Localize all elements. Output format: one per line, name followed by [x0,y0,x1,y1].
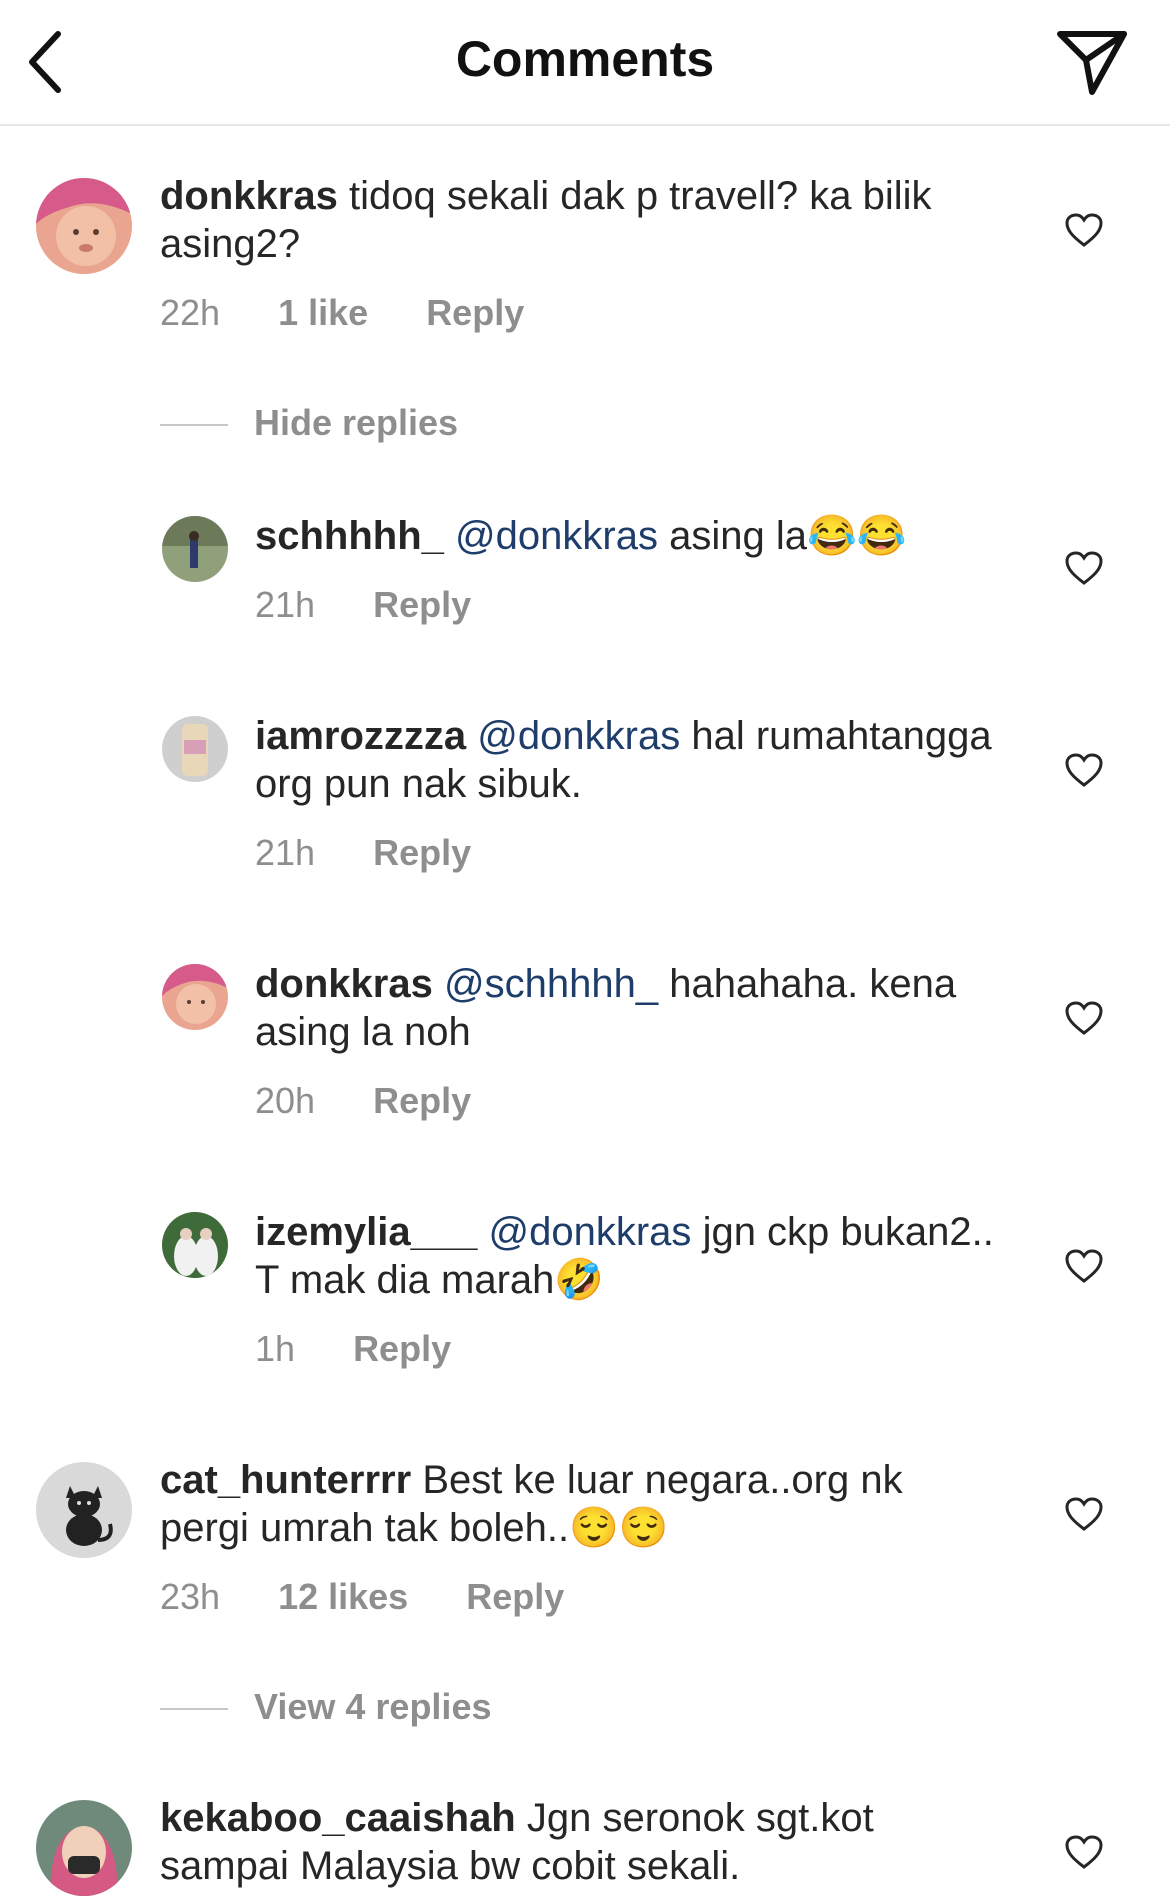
mention-link[interactable]: @donkkras [489,1210,692,1254]
comment-likes[interactable]: 12 likes [278,1576,408,1617]
comment-username[interactable]: cat_hunterrrr [160,1458,411,1502]
comment-meta: 1h Reply [255,1328,1015,1370]
toggle-label: View 4 replies [254,1686,492,1727]
comment-username[interactable]: kekaboo_caaishah [160,1796,516,1840]
comment-body: asing la [669,514,807,558]
mention-link[interactable]: @donkkras [477,714,680,758]
comment-meta: 22h 1 like Reply [160,292,1000,334]
view-replies-toggle[interactable]: View 4 replies [160,1686,492,1727]
toggle-label: Hide replies [254,402,459,443]
heart-icon[interactable] [1064,1000,1104,1036]
comment-text: iamrozzzza @donkkras hal rumahtangga org… [255,712,1015,808]
reply-button[interactable]: Reply [353,1328,451,1369]
avatar[interactable] [36,1800,132,1896]
comment-username[interactable]: izemylia___ [255,1210,477,1254]
comment-text: izemylia___ @donkkras jgn ckp bukan2.. T… [255,1208,1015,1304]
header-bar: Comments [0,0,1170,126]
comment-meta: 23h 12 likes Reply [160,1576,1000,1618]
reply-button[interactable]: Reply [466,1576,564,1617]
avatar[interactable] [36,1462,132,1558]
divider-line [160,1708,228,1711]
comment-text: cat_hunterrrr Best ke luar negara..org n… [160,1456,1000,1552]
comment-username[interactable]: iamrozzzza [255,714,466,758]
avatar[interactable] [162,964,228,1030]
send-icon[interactable] [1054,26,1130,96]
comment-username[interactable]: donkkras [255,962,433,1006]
comment-time: 22h [160,292,221,333]
comment-time: 20h [255,1080,316,1121]
comment-username[interactable]: donkkras [160,174,338,218]
heart-icon[interactable] [1064,1248,1104,1284]
heart-icon[interactable] [1064,1496,1104,1532]
reply-button[interactable]: Reply [373,832,471,873]
comment-text: kekaboo_caaishah Jgn seronok sgt.kot sam… [160,1794,1000,1890]
avatar[interactable] [162,516,228,582]
mention-link[interactable]: @donkkras [455,514,658,558]
heart-icon[interactable] [1064,1834,1104,1870]
emoji: 😌😌 [569,1506,669,1550]
avatar[interactable] [36,178,132,274]
comment-likes[interactable]: 1 like [278,292,368,333]
avatar[interactable] [162,1212,228,1278]
comment-username[interactable]: schhhhh_ [255,514,444,558]
comment-text: donkkras tidoq sekali dak p travell? ka … [160,172,1000,268]
comment-time: 1h [255,1328,296,1369]
reply-button[interactable]: Reply [373,584,471,625]
emoji: 😂😂 [806,514,907,558]
heart-icon[interactable] [1064,752,1104,788]
comment-time: 21h [255,584,316,625]
comment-meta: 20h Reply [255,1080,1015,1122]
comment-time: 23h [160,1576,221,1617]
mention-link[interactable]: @schhhhh_ [444,962,658,1006]
reply-button[interactable]: Reply [373,1080,471,1121]
emoji: 🤣 [554,1258,605,1302]
divider-line [160,424,228,427]
page-title: Comments [455,31,715,87]
heart-icon[interactable] [1064,550,1104,586]
heart-icon[interactable] [1064,212,1104,248]
reply-button[interactable]: Reply [426,292,524,333]
hide-replies-toggle[interactable]: Hide replies [160,402,459,443]
comment-meta: 21h Reply [255,584,1015,626]
comment-time: 21h [255,832,316,873]
comment-text: donkkras @schhhhh_ hahahaha. kena asing … [255,960,1015,1056]
comment-text: schhhhh_ @donkkras asing la😂😂 [255,512,1015,560]
comment-meta: 21h Reply [255,832,1015,874]
avatar[interactable] [162,716,228,782]
